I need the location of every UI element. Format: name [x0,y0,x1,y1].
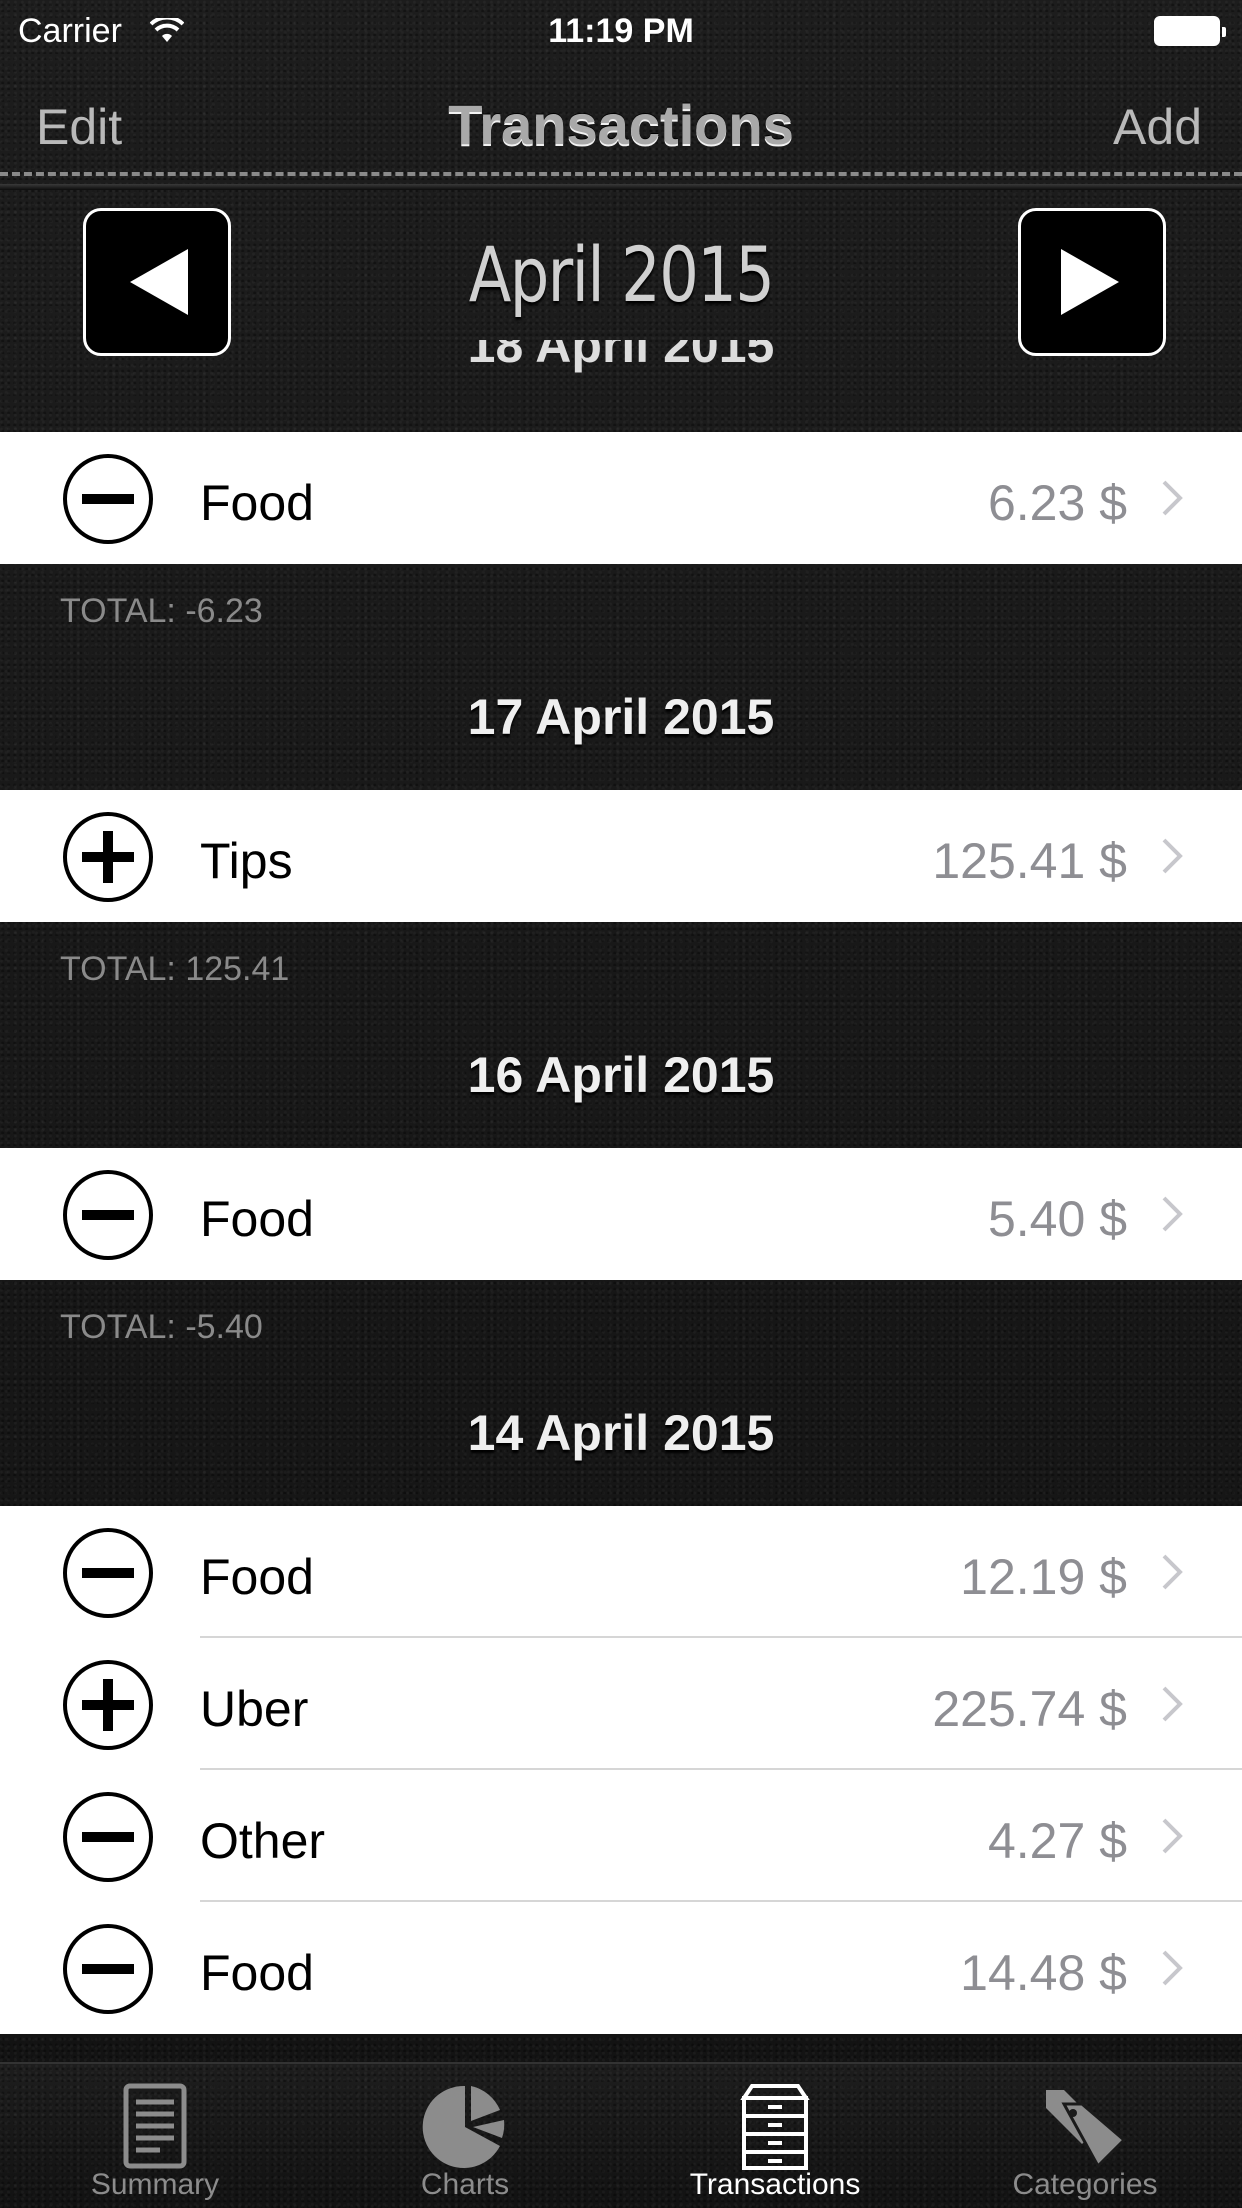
minus-circle-icon [63,1528,153,1618]
section-date-header: 16 April 2015 [467,1047,775,1103]
add-button[interactable]: Add [1113,98,1202,156]
chevron-right-icon [1162,480,1183,516]
section-header-partial: 18 April 2015 [467,340,775,373]
tab-bar: Summary Charts Transactions Categories [0,2062,1242,2208]
section-footer: TOTAL: -5.40 14 April 2015 [0,1280,1242,1506]
transaction-row[interactable]: Food 6.23 $ [0,432,1242,564]
stitch-divider [0,172,1242,176]
chevron-right-icon [1162,1554,1183,1590]
transaction-amount: 14.48 $ [960,1945,1127,2001]
transaction-amount: 4.27 $ [987,1813,1127,1869]
transaction-category: Food [200,1191,314,1247]
chevron-right-icon [1162,1818,1183,1854]
section-date-header: 17 April 2015 [467,689,775,745]
transaction-amount: 5.40 $ [987,1191,1127,1247]
status-bar: Carrier 11:19 PM [0,0,1242,60]
transaction-list[interactable]: Food 6.23 $ TOTAL: -6.23 17 April 2015 Tips 1… [0,432,1242,2034]
transaction-row[interactable]: Other 4.27 $ [0,1770,1242,1902]
tab-categories[interactable]: Categories [930,2064,1240,2208]
chevron-right-icon [1162,1950,1183,1986]
section-footer: TOTAL: -6.23 17 April 2015 [0,564,1242,790]
navigation-bar: Edit Transactions Add [0,60,1242,190]
tab-categories-label: Categories [1012,2168,1158,2201]
transaction-amount: 6.23 $ [987,475,1127,531]
transaction-amount: 125.41 $ [932,833,1127,889]
tags-icon [1046,2090,1127,2169]
tab-summary[interactable]: Summary [0,2064,310,2208]
transaction-category: Tips [200,833,293,889]
tab-summary-label: Summary [90,2168,220,2201]
transaction-row[interactable]: Food 14.48 $ [0,1902,1242,2034]
plus-circle-icon [63,1660,153,1750]
plus-circle-icon [63,812,153,902]
battery-icon [1154,16,1226,46]
transaction-category: Food [200,1549,314,1605]
transaction-row[interactable]: Uber 225.74 $ [0,1638,1242,1770]
minus-circle-icon [63,1170,153,1260]
transaction-category: Food [200,1945,314,2001]
minus-circle-icon [63,1924,153,2014]
document-icon [123,2083,187,2169]
section-total: TOTAL: 125.41 [60,950,290,988]
triangle-right-icon [1061,249,1119,315]
transaction-category: Food [200,475,314,531]
tab-charts[interactable]: Charts [310,2064,620,2208]
transaction-category: Other [200,1813,326,1869]
chevron-right-icon [1162,1686,1183,1722]
transaction-amount: 12.19 $ [960,1549,1127,1605]
status-time: 11:19 PM [548,12,694,50]
transaction-row[interactable]: Tips 125.41 $ [0,790,1242,922]
section-date-header: 14 April 2015 [467,1405,775,1461]
drawer-cabinet-icon [740,2084,810,2170]
minus-circle-icon [63,1792,153,1882]
tab-charts-label: Charts [420,2168,510,2201]
pie-chart-icon [422,2085,505,2168]
section-footer: TOTAL: 125.41 16 April 2015 [0,922,1242,1148]
section-total: TOTAL: -6.23 [60,592,263,630]
transaction-row[interactable]: Food 5.40 $ [0,1148,1242,1280]
minus-circle-icon [63,454,153,544]
transaction-amount: 225.74 $ [932,1681,1127,1737]
month-title: April 2015 [468,230,775,319]
chevron-right-icon [1162,1196,1183,1232]
tab-transactions-label: Transactions [689,2168,861,2201]
transaction-row[interactable]: Food 12.19 $ [0,1506,1242,1638]
next-month-button[interactable] [1018,208,1166,356]
tab-transactions[interactable]: Transactions [620,2064,930,2208]
section-total: TOTAL: -5.40 [60,1308,263,1346]
transaction-category: Uber [200,1681,309,1737]
chevron-right-icon [1162,838,1183,874]
page-title: Transactions [448,93,794,156]
